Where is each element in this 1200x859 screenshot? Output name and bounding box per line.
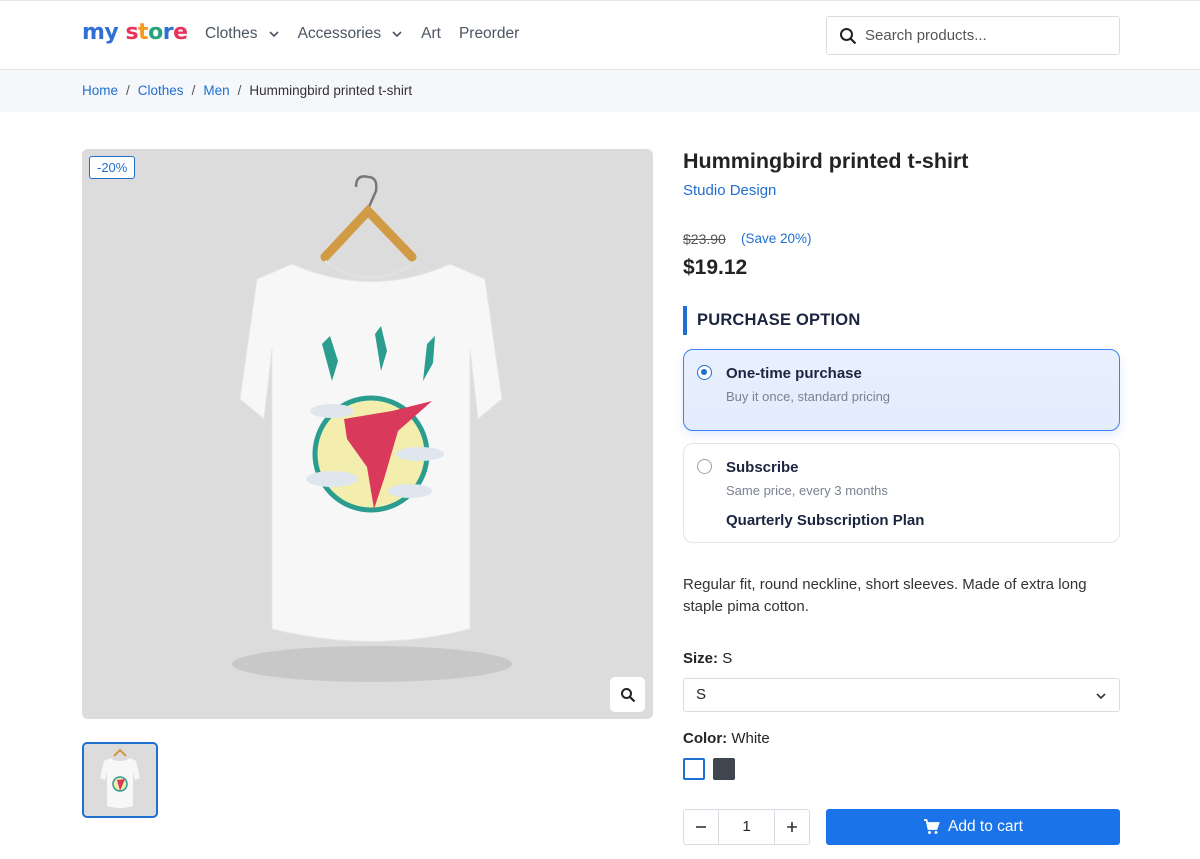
option-name: Subscribe	[726, 459, 799, 476]
color-swatch-dark-gray[interactable]	[713, 758, 735, 780]
search-input[interactable]: Search products...	[826, 16, 1120, 55]
regular-price: $23.90	[683, 231, 726, 247]
product-brand-link[interactable]: Studio Design	[683, 182, 776, 199]
breadcrumb-clothes[interactable]: Clothes	[138, 83, 184, 98]
nav-item-accessories[interactable]: Accessories	[298, 25, 404, 43]
plus-icon	[787, 822, 797, 832]
option-subtitle: Same price, every 3 months	[726, 483, 888, 498]
search-placeholder: Search products...	[865, 27, 987, 44]
nav-item-preorder[interactable]: Preorder	[459, 25, 519, 43]
radio-subscribe[interactable]	[697, 459, 712, 474]
cart-icon	[924, 819, 940, 834]
nav-item-clothes[interactable]: Clothes	[205, 25, 280, 43]
color-label: Color: White	[683, 730, 770, 747]
product-thumbnail[interactable]	[82, 742, 158, 818]
product-description: Regular fit, round neckline, short sleev…	[683, 576, 1087, 615]
product-main-image[interactable]	[82, 149, 653, 719]
tshirt-image	[232, 175, 512, 682]
decrease-quantity-button[interactable]	[684, 810, 718, 844]
color-swatch-white[interactable]	[683, 758, 705, 780]
chevron-down-icon	[268, 31, 279, 38]
store-logo[interactable]: my store	[82, 20, 188, 45]
minus-icon	[696, 826, 706, 828]
size-label: Size: S	[683, 650, 733, 667]
subscription-plan-name: Quarterly Subscription Plan	[726, 512, 925, 529]
size-select[interactable]: S	[683, 678, 1120, 712]
breadcrumb-men[interactable]: Men	[203, 83, 229, 98]
breadcrumb-current: Hummingbird printed t-shirt	[249, 83, 413, 98]
purchase-option-heading: PURCHASE OPTION	[683, 306, 860, 335]
increase-quantity-button[interactable]	[775, 810, 809, 844]
quantity-input[interactable]: 1	[718, 810, 775, 844]
discount-badge: -20%	[89, 156, 136, 179]
breadcrumb-home[interactable]: Home	[82, 83, 118, 98]
chevron-down-icon	[392, 31, 402, 38]
discount-save-text: (Save 20%)	[741, 231, 812, 246]
zoom-button[interactable]	[610, 677, 645, 712]
option-one-time-purchase[interactable]: One-time purchase Buy it once, standard …	[683, 349, 1120, 431]
tshirt-thumbnail-image	[100, 748, 140, 808]
add-to-cart-button[interactable]: Add to cart	[826, 809, 1120, 845]
nav-item-art[interactable]: Art	[421, 25, 441, 43]
search-icon	[840, 27, 857, 44]
chevron-down-icon	[1096, 693, 1106, 700]
option-name: One-time purchase	[726, 365, 862, 382]
quantity-stepper: 1	[683, 809, 810, 845]
option-subtitle: Buy it once, standard pricing	[726, 389, 891, 404]
main-nav: Clothes Accessories Art Preorder	[205, 25, 537, 43]
product-title: Hummingbird printed t-shirt	[683, 149, 969, 173]
magnifier-icon	[620, 687, 635, 702]
radio-one-time[interactable]	[697, 365, 712, 380]
breadcrumb: Home / Clothes / Men / Hummingbird print…	[82, 83, 413, 98]
current-price: $19.12	[683, 256, 748, 279]
option-subscribe[interactable]: Subscribe Same price, every 3 months Qua…	[683, 443, 1120, 543]
